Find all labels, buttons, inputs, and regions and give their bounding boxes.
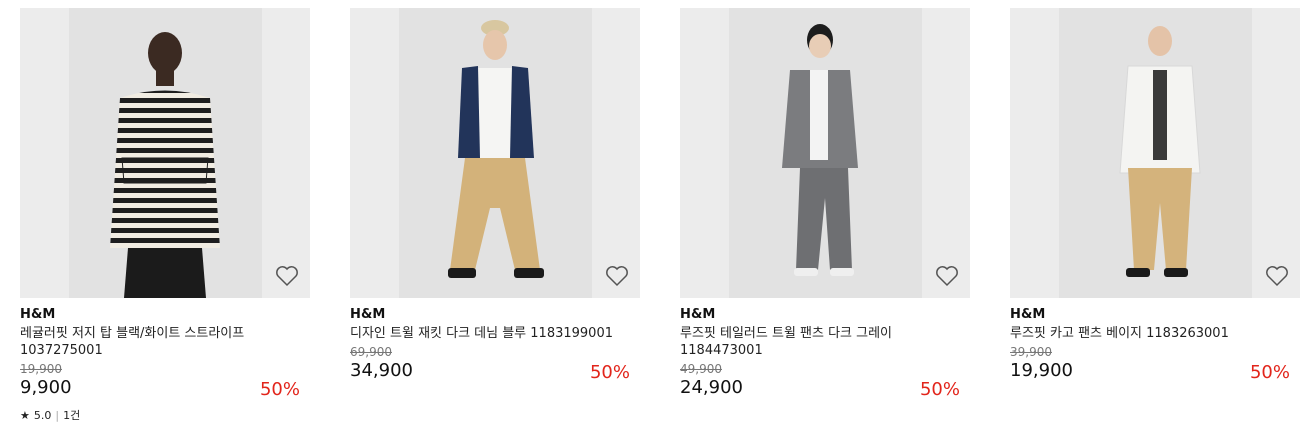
product-name[interactable]: 레귤러핏 저지 탑 블랙/화이트 스트라이프 1037275001: [20, 325, 310, 359]
model-photo: [1119, 26, 1201, 277]
original-price: 39,900: [1010, 345, 1052, 359]
product-name[interactable]: 디자인 트윌 재킷 다크 데님 블루 1183199001: [350, 325, 640, 342]
price-row: 39,900 19,900 50%: [1010, 344, 1300, 384]
product-card[interactable]: H&M 레귤러핏 저지 탑 블랙/화이트 스트라이프 1037275001 19…: [20, 8, 310, 423]
product-image[interactable]: [350, 8, 640, 298]
heart-outline-icon: [276, 266, 298, 287]
model-photo: [110, 32, 220, 298]
product-brand: H&M: [1010, 307, 1046, 322]
product-card[interactable]: H&M 디자인 트윌 재킷 다크 데님 블루 1183199001 69,900…: [350, 8, 640, 384]
product-brand: H&M: [20, 307, 56, 322]
model-photo: [448, 20, 544, 278]
product-rating: ★ 5.0 | 1건: [20, 407, 310, 423]
product-card[interactable]: H&M 루즈핏 테일러드 트윌 팬츠 다크 그레이 1184473001 49,…: [680, 8, 970, 401]
product-name[interactable]: 루즈핏 카고 팬츠 베이지 1183263001: [1010, 325, 1300, 342]
heart-outline-icon: [606, 266, 628, 287]
heart-outline-icon: [1266, 266, 1288, 287]
rating-divider: |: [55, 408, 60, 422]
wishlist-button[interactable]: [272, 261, 302, 291]
product-image[interactable]: [20, 8, 310, 298]
price-row: 49,900 24,900 50%: [680, 361, 970, 401]
product-image[interactable]: [1010, 8, 1300, 298]
wishlist-button[interactable]: [1262, 261, 1292, 291]
original-price: 49,900: [680, 362, 722, 376]
original-price: 19,900: [20, 362, 62, 376]
review-count: 1건: [63, 409, 81, 422]
wishlist-button[interactable]: [602, 261, 632, 291]
original-price: 69,900: [350, 345, 392, 359]
rating-score: 5.0: [33, 408, 52, 422]
product-image[interactable]: [680, 8, 970, 298]
price-row: 19,900 9,900 50%: [20, 361, 310, 401]
discount-badge: 50%: [589, 362, 630, 383]
heart-outline-icon: [936, 266, 958, 287]
model-photo: [782, 24, 858, 276]
product-name[interactable]: 루즈핏 테일러드 트윌 팬츠 다크 그레이 1184473001: [680, 325, 970, 359]
star-icon: ★: [20, 408, 30, 422]
product-brand: H&M: [350, 307, 386, 322]
discount-badge: 50%: [259, 379, 300, 400]
discount-badge: 50%: [1249, 362, 1290, 383]
product-brand: H&M: [680, 307, 716, 322]
discount-badge: 50%: [919, 379, 960, 400]
product-card[interactable]: H&M 루즈핏 카고 팬츠 베이지 1183263001 39,900 19,9…: [1010, 8, 1300, 384]
price-row: 69,900 34,900 50%: [350, 344, 640, 384]
wishlist-button[interactable]: [932, 261, 962, 291]
